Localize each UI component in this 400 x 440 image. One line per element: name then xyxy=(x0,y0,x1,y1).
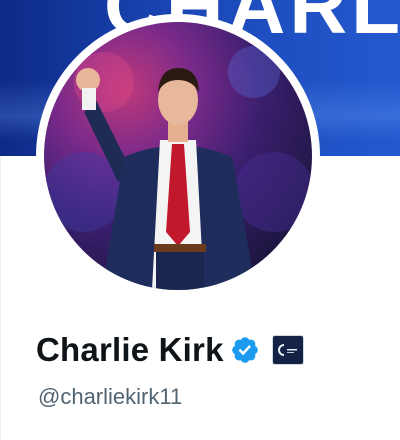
affiliate-logo-icon xyxy=(277,344,297,356)
name-row: Charlie Kirk xyxy=(36,330,304,370)
shirt-cuff xyxy=(82,88,96,110)
trousers xyxy=(156,252,204,290)
profile-avatar[interactable] xyxy=(44,22,312,290)
belt xyxy=(154,244,206,252)
column-divider xyxy=(0,156,1,440)
verified-badge-icon[interactable] xyxy=(230,335,260,365)
avatar-photo xyxy=(44,46,312,290)
display-name: Charlie Kirk xyxy=(36,331,224,368)
affiliate-org-badge-icon[interactable] xyxy=(271,335,304,365)
user-handle: @charliekirk11 xyxy=(38,384,183,409)
